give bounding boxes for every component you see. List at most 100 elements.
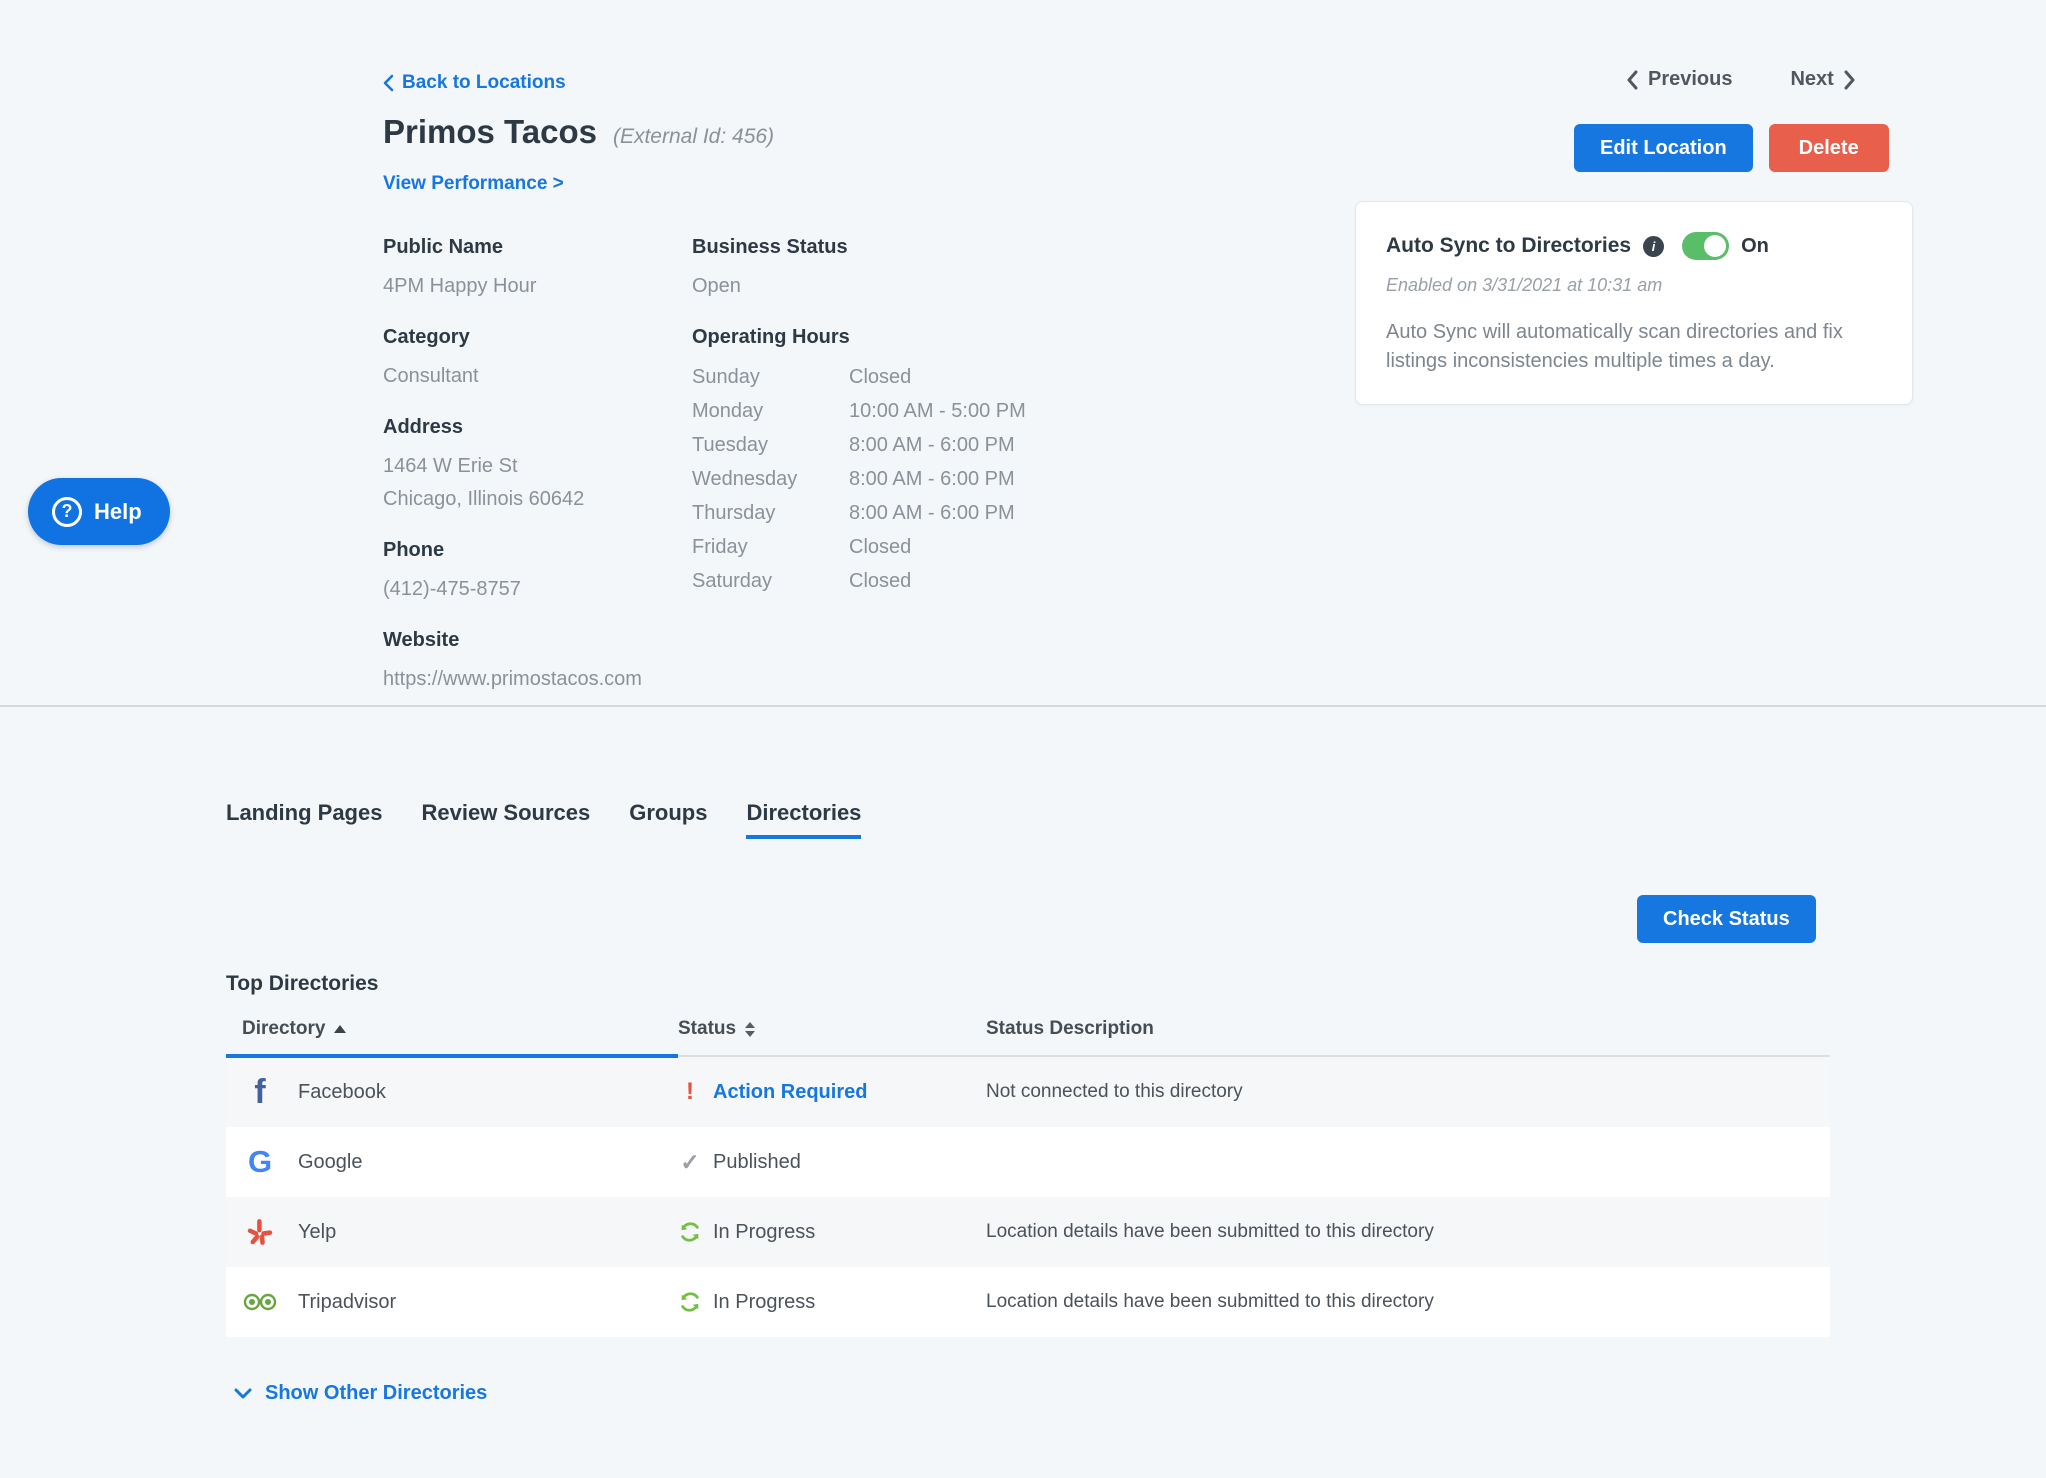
public-name-value: 4PM Happy Hour — [383, 270, 692, 303]
status-description: Location details have been submitted to … — [986, 1291, 1830, 1313]
chevron-left-icon — [383, 74, 394, 92]
business-status-value: Open — [692, 270, 1026, 303]
status-description-column-label: Status Description — [986, 1018, 1154, 1040]
help-label: Help — [94, 499, 142, 525]
status-cell: ! ✓ Action Required — [678, 1078, 986, 1106]
refresh-icon — [679, 1221, 701, 1243]
chevron-left-icon — [1626, 70, 1638, 90]
hours-time: 8:00 AM - 6:00 PM — [849, 462, 1015, 496]
view-performance-link[interactable]: View Performance > — [383, 173, 564, 195]
sort-ascending-icon — [334, 1025, 346, 1033]
status-description: Not connected to this directory — [986, 1081, 1830, 1103]
phone-value: (412)-475-8757 — [383, 573, 692, 606]
auto-sync-toggle[interactable] — [1682, 232, 1729, 260]
hours-time: 8:00 AM - 6:00 PM — [849, 428, 1015, 462]
edit-location-button[interactable]: Edit Location — [1574, 124, 1753, 172]
show-other-directories-link[interactable]: Show Other Directories — [234, 1382, 487, 1405]
table-row[interactable]: Google ! ✓ — [226, 1127, 1830, 1197]
address-line2: Chicago, Illinois 60642 — [383, 483, 692, 516]
chevron-down-icon — [234, 1388, 252, 1399]
previous-button[interactable]: Previous — [1626, 68, 1732, 91]
sort-icon — [745, 1022, 755, 1037]
column-header-status-description: Status Description — [986, 1018, 1154, 1040]
auto-sync-enabled-note: Enabled on 3/31/2021 at 10:31 am — [1386, 275, 1882, 296]
address-line1: 1464 W Erie St — [383, 450, 692, 483]
delete-button[interactable]: Delete — [1769, 124, 1889, 172]
address-label: Address — [383, 416, 692, 439]
toggle-knob — [1704, 235, 1726, 257]
hours-row: Monday 10:00 AM - 5:00 PM — [692, 394, 1026, 428]
website-label: Website — [383, 629, 692, 652]
status-label[interactable]: Action Required — [713, 1081, 867, 1104]
hours-time: Closed — [849, 360, 911, 394]
tab[interactable]: Landing Pages — [226, 800, 382, 839]
hours-time: 10:00 AM - 5:00 PM — [849, 394, 1026, 428]
business-status-label: Business Status — [692, 236, 1026, 259]
hours-day: Tuesday — [692, 428, 849, 462]
website-value: https://www.primostacos.com — [383, 663, 692, 696]
next-button[interactable]: Next — [1790, 68, 1855, 91]
back-to-locations-link[interactable]: Back to Locations — [383, 72, 566, 94]
refresh-icon — [679, 1291, 701, 1313]
header-actions: Edit Location Delete — [1574, 124, 1889, 172]
page-title: Primos Tacos — [383, 113, 597, 151]
hours-row: Tuesday 8:00 AM - 6:00 PM — [692, 428, 1026, 462]
hours-row: Thursday 8:00 AM - 6:00 PM — [692, 496, 1026, 530]
hours-time: Closed — [849, 564, 911, 598]
table-row[interactable]: Tripadvisor ! ✓ — [226, 1267, 1830, 1337]
exclamation-icon: ! — [686, 1078, 694, 1106]
status-label[interactable]: In Progress — [713, 1291, 815, 1314]
show-other-label: Show Other Directories — [265, 1382, 487, 1405]
status-icon: ! ✓ — [678, 1291, 702, 1313]
table-header: Directory Status Status Description — [226, 1018, 1830, 1057]
check-icon: ✓ — [680, 1149, 699, 1176]
table-row[interactable]: Facebook ! ✓ — [226, 1057, 1830, 1127]
status-description: Location details have been submitted to … — [986, 1221, 1830, 1243]
status-label[interactable]: In Progress — [713, 1221, 815, 1244]
hours-row: Sunday Closed — [692, 360, 1026, 394]
directory-name: Yelp — [298, 1221, 336, 1244]
tab[interactable]: Directories — [746, 800, 861, 839]
status-cell: ! ✓ Published — [678, 1149, 986, 1176]
table-row[interactable]: Yelp ! ✓ — [226, 1197, 1830, 1267]
tab[interactable]: Review Sources — [421, 800, 590, 839]
hours-day: Saturday — [692, 564, 849, 598]
category-label: Category — [383, 326, 692, 349]
status-icon: ! ✓ — [678, 1149, 702, 1176]
directories-table: Directory Status Status Description — [226, 1018, 1830, 1337]
help-button[interactable]: ? Help — [28, 478, 170, 545]
directory-logo-icon — [242, 1144, 278, 1180]
external-id: (External Id: 456) — [613, 125, 774, 149]
tab[interactable]: Groups — [629, 800, 707, 839]
operating-hours-list: Sunday Closed Monday 10:00 AM - 5:00 PM … — [692, 360, 1026, 598]
directory-name: Facebook — [298, 1081, 386, 1104]
hours-day: Monday — [692, 394, 849, 428]
auto-sync-state: On — [1741, 235, 1769, 258]
hours-row: Saturday Closed — [692, 564, 1026, 598]
location-pagination: Previous Next — [1626, 68, 1856, 91]
info-icon[interactable]: i — [1643, 236, 1664, 257]
status-cell: ! ✓ In Progress — [678, 1221, 986, 1244]
auto-sync-title: Auto Sync to Directories — [1386, 234, 1631, 258]
hours-day: Sunday — [692, 360, 849, 394]
section-divider — [0, 705, 2046, 707]
status-column-label: Status — [678, 1018, 736, 1040]
check-status-button[interactable]: Check Status — [1637, 895, 1816, 943]
status-cell: ! ✓ In Progress — [678, 1291, 986, 1314]
next-label: Next — [1790, 68, 1833, 91]
table-body: Facebook ! ✓ — [226, 1057, 1830, 1337]
question-mark-icon: ? — [52, 497, 82, 527]
column-header-status[interactable]: Status — [678, 1018, 986, 1040]
tab-bar: Landing Pages Review Sources Groups Dire… — [226, 800, 861, 839]
status-label[interactable]: Published — [713, 1151, 801, 1174]
directory-column-label: Directory — [242, 1018, 325, 1040]
column-header-directory[interactable]: Directory — [226, 1018, 678, 1040]
location-details: Public Name 4PM Happy Hour Category Cons… — [383, 236, 1026, 719]
hours-time: Closed — [849, 530, 911, 564]
active-sort-underline — [226, 1054, 678, 1058]
directory-logo-icon — [242, 1074, 278, 1110]
status-icon: ! ✓ — [678, 1221, 702, 1243]
phone-label: Phone — [383, 539, 692, 562]
previous-label: Previous — [1648, 68, 1732, 91]
hours-day: Friday — [692, 530, 849, 564]
